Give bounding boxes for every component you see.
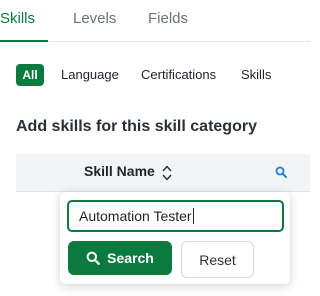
search-icon[interactable] <box>275 165 287 178</box>
active-tab-indicator <box>0 40 48 42</box>
filter-skills[interactable]: Skills <box>241 67 271 82</box>
tab-levels[interactable]: Levels <box>73 10 116 27</box>
reset-button[interactable]: Reset <box>181 241 254 278</box>
reset-button-label: Reset <box>199 251 236 268</box>
sort-updown-icon[interactable] <box>160 164 174 182</box>
skill-name-search-input[interactable]: Automation Tester <box>67 200 284 232</box>
search-button-label: Search <box>107 250 154 266</box>
search-input-value: Automation Tester <box>79 208 192 224</box>
search-icon <box>86 251 101 265</box>
text-caret <box>192 208 194 224</box>
search-button[interactable]: Search <box>68 241 172 275</box>
filter-language[interactable]: Language <box>61 67 119 82</box>
column-header-skill-name[interactable]: Skill Name <box>84 163 155 179</box>
filter-all[interactable]: All <box>16 64 44 86</box>
section-title: Add skills for this skill category <box>16 118 257 135</box>
tab-fields[interactable]: Fields <box>148 10 188 27</box>
tab-skills[interactable]: Skills <box>0 10 35 27</box>
filter-certifications[interactable]: Certifications <box>141 67 216 82</box>
skills-panel: Skills Levels Fields All Language Certif… <box>0 0 310 296</box>
tab-bar: Skills Levels Fields <box>0 0 310 42</box>
